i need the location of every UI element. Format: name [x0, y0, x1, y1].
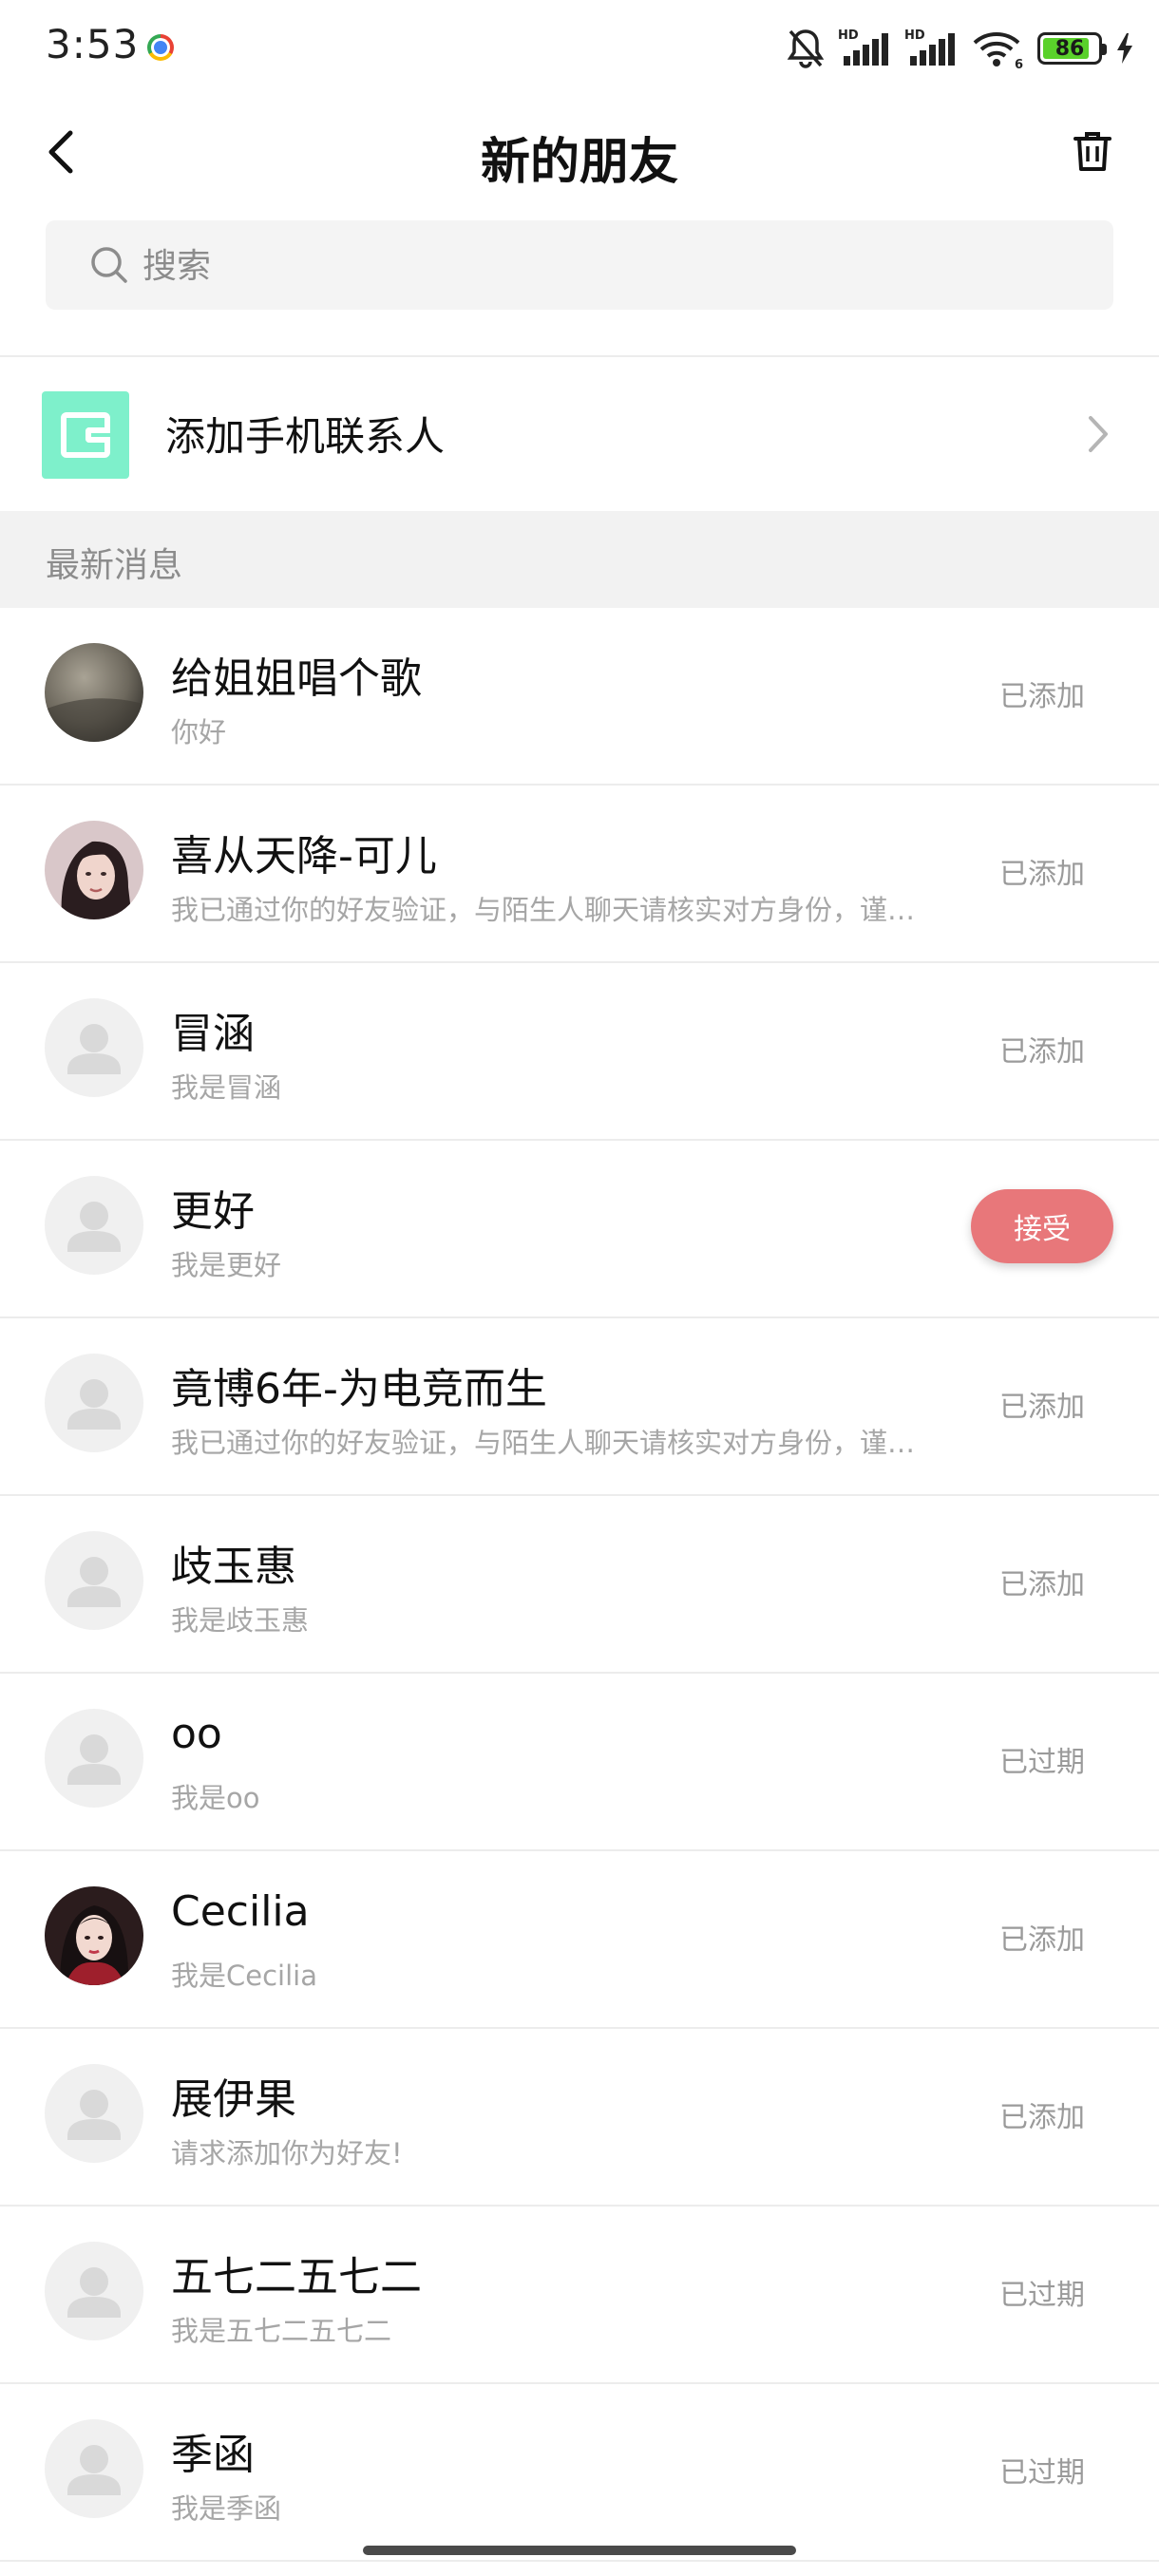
avatar-image [45, 1886, 143, 1985]
friend-message: 我是oo [171, 1782, 260, 1814]
add-phone-contacts-label: 添加手机联系人 [165, 413, 446, 460]
friend-message: 我已通过你的好友验证，与陌生人聊天请核实对方身份，谨防诈骗 [171, 894, 942, 926]
default-avatar-icon [45, 1176, 143, 1275]
friend-status-label: 已过期 [999, 2456, 1085, 2490]
accept-button[interactable]: 接受 [971, 1189, 1113, 1263]
friend-name: 更好 [171, 1187, 255, 1236]
section-header-title: 最新消息 [46, 546, 183, 585]
friend-request-row[interactable]: 歧玉惠我是歧玉惠 已添加 [0, 1496, 1159, 1674]
status-icons: HD HD 6 86 [787, 25, 1134, 72]
friend-message: 请求添加你为好友! [171, 2137, 403, 2169]
friend-request-row[interactable]: 展伊果请求添加你为好友! 已添加 [0, 2029, 1159, 2207]
search-input[interactable] [141, 220, 1075, 312]
default-avatar-icon [45, 2419, 143, 2518]
friend-status-label: 已过期 [999, 1746, 1085, 1779]
avatar[interactable] [45, 2419, 143, 2518]
friend-name: 竟博6年-为电竞而生 [171, 1365, 547, 1413]
friend-name: 五七二五七二 [171, 2253, 422, 2301]
friend-message: 我是冒涵 [171, 1071, 282, 1104]
friend-name: 展伊果 [171, 2075, 296, 2124]
friend-name: 歧玉惠 [171, 1543, 296, 1591]
friend-status-label: 已添加 [999, 1035, 1085, 1069]
friend-message: 我已通过你的好友验证，与陌生人聊天请核实对方身份，谨防诈骗 [171, 1427, 942, 1459]
friend-message: 我是Cecilia [171, 1960, 317, 1992]
friend-name: 喜从天降-可儿 [171, 832, 437, 881]
signal-hd-label-2: HD [904, 28, 925, 43]
avatar-image [45, 643, 143, 742]
friend-status-label: 已添加 [999, 858, 1085, 891]
friend-status-label: 已添加 [999, 2101, 1085, 2134]
friend-message: 我是歧玉惠 [171, 1604, 310, 1637]
friend-status-label: 已添加 [999, 1568, 1085, 1601]
friend-request-row[interactable]: oo 我是oo 已过期 [0, 1674, 1159, 1851]
home-indicator[interactable] [363, 2546, 796, 2555]
signal-hd-label: HD [838, 28, 859, 43]
page-title: 新的朋友 [480, 134, 678, 191]
friend-status-label: 已添加 [999, 680, 1085, 713]
friend-name: 给姐姐唱个歌 [171, 654, 422, 703]
friend-status-label: 已过期 [999, 2279, 1085, 2312]
add-phone-contacts-row[interactable]: 添加手机联系人 [0, 357, 1159, 511]
friend-name: 季函 [171, 2431, 255, 2479]
nav-bar: 新的朋友 [0, 104, 1159, 199]
wifi-icon: 6 [973, 32, 1023, 69]
friend-request-row[interactable]: 季函我是季函 已过期 [0, 2384, 1159, 2562]
friend-request-row[interactable]: 冒涵我是冒涵 已添加 [0, 963, 1159, 1141]
friend-request-list: 给姐姐唱个歌 你好 已添加 喜从天降-可儿 我已通过你的好友验证，与陌生人聊天请核实对方… [0, 608, 1159, 2562]
avatar-image [45, 821, 143, 919]
wifi-sub-label: 6 [1015, 58, 1023, 69]
battery-icon: 86 [1037, 32, 1107, 65]
friend-name: 冒涵 [171, 1010, 255, 1058]
avatar[interactable] [45, 643, 143, 742]
signal-icon: HD [838, 28, 888, 66]
status-bar: 3:53 HD HD 6 86 [0, 0, 1159, 95]
friend-status-label: 已添加 [999, 1391, 1085, 1424]
default-avatar-icon [45, 1709, 143, 1808]
battery-level-text: 86 [1054, 36, 1085, 61]
avatar[interactable] [45, 998, 143, 1097]
default-avatar-icon [45, 2064, 143, 2163]
chevron-right-icon [1089, 416, 1108, 452]
friend-message: 我是五七二五七二 [171, 2315, 392, 2347]
friend-request-row[interactable]: 给姐姐唱个歌你好 已添加 [0, 608, 1159, 786]
friend-name: oo [171, 1710, 222, 1758]
friend-name: Cecilia [171, 1887, 310, 1936]
friend-message: 我是更好 [171, 1249, 282, 1281]
avatar[interactable] [45, 2064, 143, 2163]
default-avatar-icon [45, 2242, 143, 2340]
avatar[interactable] [45, 1886, 143, 1985]
avatar[interactable] [45, 1531, 143, 1630]
friend-status-label: 已添加 [999, 1923, 1085, 1957]
trash-icon [1074, 132, 1112, 171]
default-avatar-icon [45, 1531, 143, 1630]
avatar[interactable] [45, 1176, 143, 1275]
avatar[interactable] [45, 2242, 143, 2340]
battery-cap [1102, 44, 1107, 55]
signal-icon-2: HD [904, 28, 955, 66]
friend-request-row[interactable]: 五七二五七二我是五七二五七二 已过期 [0, 2207, 1159, 2384]
status-time: 3:53 [46, 21, 140, 67]
friend-message: 你好 [171, 716, 227, 748]
avatar[interactable] [45, 1354, 143, 1452]
search-icon [91, 247, 127, 283]
avatar[interactable] [45, 1709, 143, 1808]
section-header: 最新消息 [0, 511, 1159, 608]
friend-request-row[interactable]: 竟博6年-为电竞而生我已通过你的好友验证，与陌生人聊天请核实对方身份，谨防诈骗 已… [0, 1318, 1159, 1496]
avatar[interactable] [45, 821, 143, 919]
friend-message: 我是季函 [171, 2492, 282, 2525]
clear-button[interactable] [1068, 127, 1117, 177]
search-bar[interactable] [46, 220, 1113, 312]
charging-icon [1117, 33, 1132, 64]
default-avatar-icon [45, 998, 143, 1097]
phone-contacts-icon [42, 391, 129, 479]
chrome-icon [147, 34, 174, 61]
friend-request-row[interactable]: Cecilia 我是Cecilia 已添加 [0, 1851, 1159, 2029]
friend-request-row[interactable]: 更好我是更好 接受 [0, 1141, 1159, 1318]
default-avatar-icon [45, 1354, 143, 1452]
bell-muted-icon [787, 29, 825, 68]
friend-request-row[interactable]: 喜从天降-可儿我已通过你的好友验证，与陌生人聊天请核实对方身份，谨防诈骗 已添加 [0, 786, 1159, 963]
